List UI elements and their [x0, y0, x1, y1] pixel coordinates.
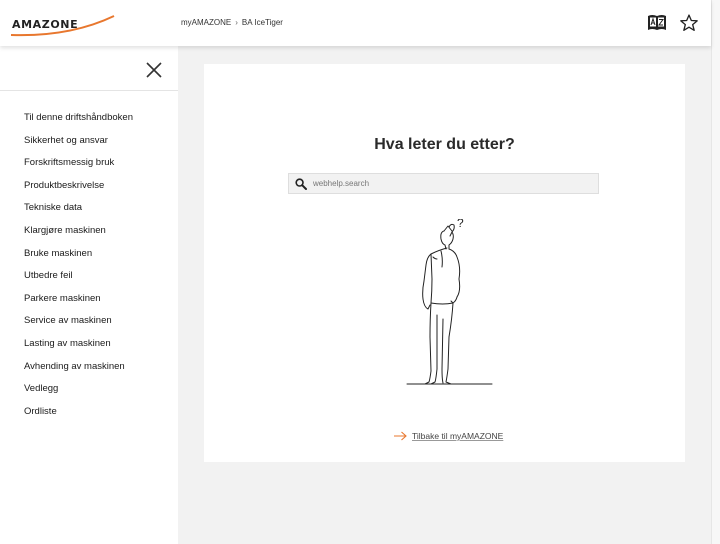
search-icon[interactable]: [295, 178, 307, 190]
sidebar-item-ordliste[interactable]: Ordliste: [24, 406, 133, 429]
breadcrumb: myAMAZONE › BA IceTiger: [181, 18, 283, 27]
search-box[interactable]: [288, 173, 599, 194]
sidebar-top: [0, 46, 178, 91]
close-icon[interactable]: [144, 60, 164, 80]
sidebar-item-bruke-maskinen[interactable]: Bruke maskinen: [24, 248, 133, 271]
thinking-person-illustration: ?: [406, 219, 493, 385]
page-title: Hva leter du etter?: [374, 136, 515, 153]
sidebar-item-til-denne-driftshandboken[interactable]: Til denne driftshåndboken: [24, 112, 133, 135]
logo-text: AMAZONE: [12, 18, 79, 31]
dictionary-icon[interactable]: [647, 13, 667, 33]
sidebar-item-utbedre-feil[interactable]: Utbedre feil: [24, 270, 133, 293]
header: AMAZONE myAMAZONE › BA IceTiger: [0, 0, 711, 46]
sidebar-nav: Til denne driftshåndboken Sikkerhet og a…: [24, 112, 133, 428]
sidebar-item-lasting-av-maskinen[interactable]: Lasting av maskinen: [24, 338, 133, 361]
main-content: Hva leter du etter? webhelp.search ? Til…: [178, 46, 711, 544]
amazone-logo[interactable]: AMAZONE: [10, 13, 116, 37]
sidebar-item-produktbeskrivelse[interactable]: Produktbeskrivelse: [24, 180, 133, 203]
sidebar-item-klargjore-maskinen[interactable]: Klargjøre maskinen: [24, 225, 133, 248]
svg-text:?: ?: [457, 219, 464, 230]
sidebar-item-tekniske-data[interactable]: Tekniske data: [24, 202, 133, 225]
back-link-label: Tilbake til myAMAZONE: [412, 431, 504, 441]
search-card: Hva leter du etter? webhelp.search ? Til…: [204, 64, 685, 462]
breadcrumb-separator: ›: [235, 18, 238, 27]
page-scrollbar[interactable]: [711, 0, 720, 544]
sidebar-item-sikkerhet-og-ansvar[interactable]: Sikkerhet og ansvar: [24, 135, 133, 158]
breadcrumb-item-current: BA IceTiger: [241, 18, 283, 27]
arrow-right-icon: [394, 431, 407, 441]
back-to-myamazone-link[interactable]: Tilbake til myAMAZONE: [394, 431, 503, 441]
sidebar-item-parkere-maskinen[interactable]: Parkere maskinen: [24, 293, 133, 316]
breadcrumb-item-myamazone[interactable]: myAMAZONE: [181, 18, 231, 27]
sidebar-item-avhending-av-maskinen[interactable]: Avhending av maskinen: [24, 361, 133, 384]
search-input[interactable]: [313, 174, 593, 193]
sidebar-item-vedlegg[interactable]: Vedlegg: [24, 383, 133, 406]
favorite-star-icon[interactable]: [679, 13, 699, 33]
sidebar-item-service-av-maskinen[interactable]: Service av maskinen: [24, 315, 133, 338]
sidebar-item-forskriftsmessig-bruk[interactable]: Forskriftsmessig bruk: [24, 157, 133, 180]
sidebar: Til denne driftshåndboken Sikkerhet og a…: [0, 46, 178, 544]
